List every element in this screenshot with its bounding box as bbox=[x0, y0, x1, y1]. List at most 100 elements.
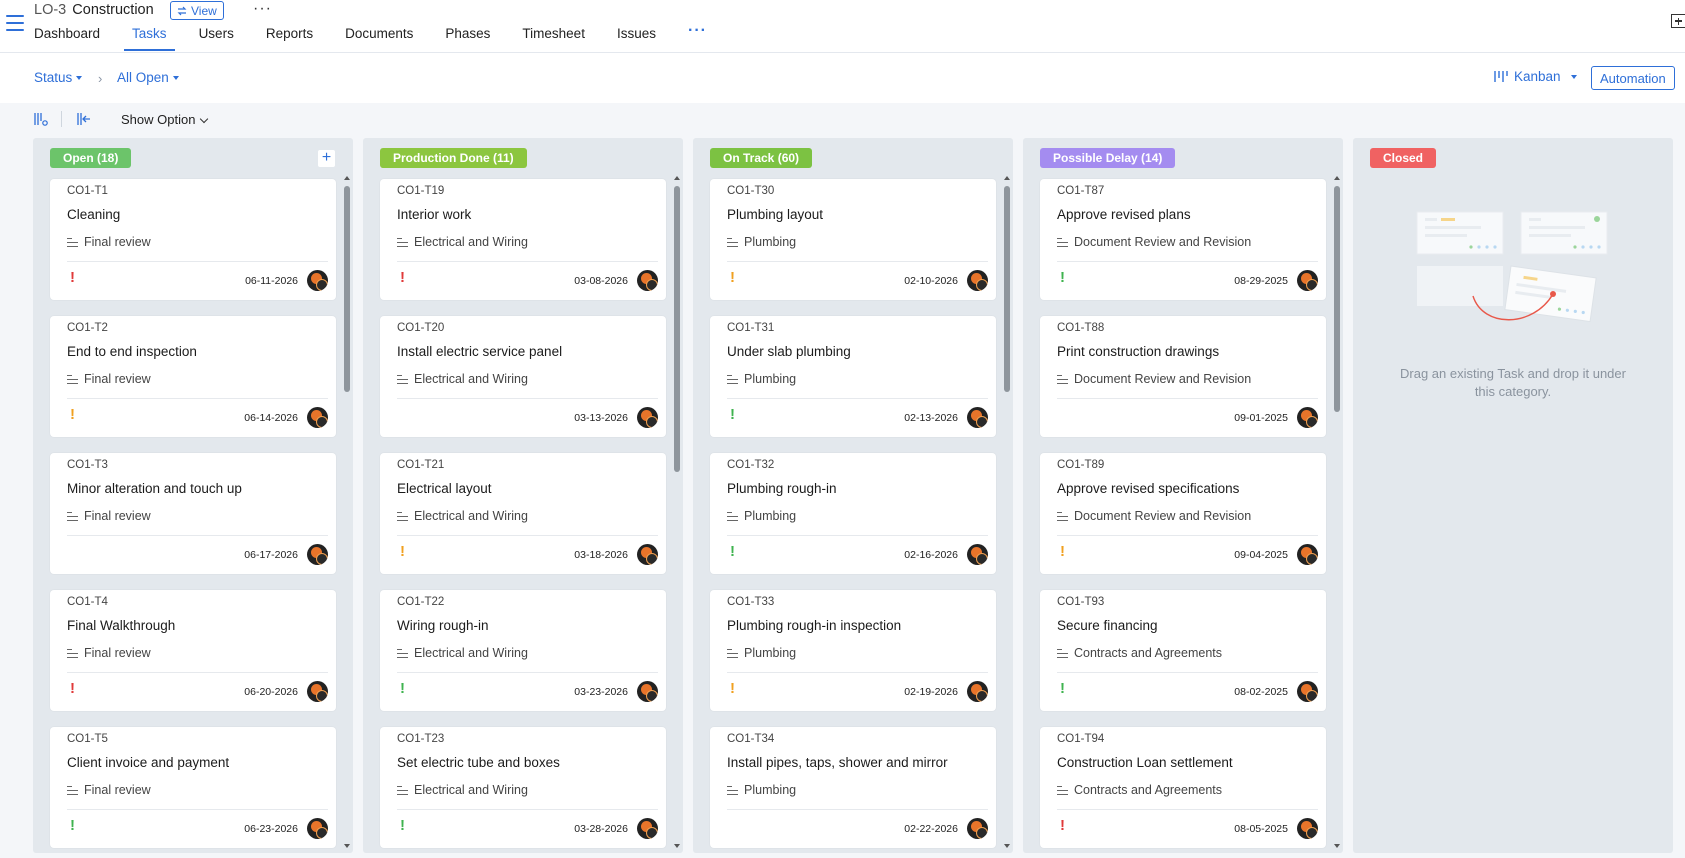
task-card[interactable]: CO1-T3 Minor alteration and touch up Final… bbox=[50, 453, 336, 574]
task-card[interactable]: CO1-T31 Under slab plumbing Plumbing! 02-13… bbox=[710, 316, 996, 437]
task-card[interactable]: CO1-T23 Set electric tube and boxes Electr… bbox=[380, 727, 666, 848]
task-card[interactable]: CO1-T34 Install pipes, taps, shower and m… bbox=[710, 727, 996, 848]
scroll-down-icon[interactable] bbox=[344, 844, 350, 848]
tab-dashboard[interactable]: Dashboard bbox=[34, 26, 100, 53]
owner-avatar[interactable] bbox=[1297, 818, 1318, 839]
tab-timesheet[interactable]: Timesheet bbox=[522, 26, 585, 53]
task-list-label: Contracts and Agreements bbox=[1074, 646, 1222, 660]
task-name[interactable]: Client invoice and payment bbox=[67, 755, 229, 770]
scroll-up-icon[interactable] bbox=[344, 176, 350, 180]
task-card[interactable]: CO1-T19 Interior work Electrical and Wirin… bbox=[380, 179, 666, 300]
task-name[interactable]: Minor alteration and touch up bbox=[67, 481, 242, 496]
scroll-thumb[interactable] bbox=[1004, 186, 1010, 392]
menu-icon[interactable] bbox=[6, 15, 24, 31]
column-scrollbar[interactable] bbox=[673, 176, 681, 848]
scroll-down-icon[interactable] bbox=[1334, 844, 1340, 848]
task-card[interactable]: CO1-T5 Client invoice and payment Final re… bbox=[50, 727, 336, 848]
owner-avatar[interactable] bbox=[967, 407, 988, 428]
owner-avatar[interactable] bbox=[967, 544, 988, 565]
scroll-down-icon[interactable] bbox=[674, 844, 680, 848]
owner-avatar[interactable] bbox=[967, 818, 988, 839]
owner-avatar[interactable] bbox=[637, 818, 658, 839]
more-options-icon[interactable]: ··· bbox=[253, 0, 272, 18]
task-name[interactable]: Construction Loan settlement bbox=[1057, 755, 1233, 770]
owner-avatar[interactable] bbox=[307, 407, 328, 428]
tab-users[interactable]: Users bbox=[199, 26, 234, 53]
owner-avatar[interactable] bbox=[1297, 407, 1318, 428]
task-card[interactable]: CO1-T93 Secure financing Contracts and Agr… bbox=[1040, 590, 1326, 711]
scroll-thumb[interactable] bbox=[344, 186, 350, 392]
task-name[interactable]: Electrical layout bbox=[397, 481, 492, 496]
task-card[interactable]: CO1-T94 Construction Loan settlement Contr… bbox=[1040, 727, 1326, 848]
owner-avatar[interactable] bbox=[637, 681, 658, 702]
owner-avatar[interactable] bbox=[637, 270, 658, 291]
scroll-up-icon[interactable] bbox=[674, 176, 680, 180]
owner-avatar[interactable] bbox=[1297, 681, 1318, 702]
column-scrollbar[interactable] bbox=[343, 176, 351, 848]
task-name[interactable]: Approve revised plans bbox=[1057, 207, 1191, 222]
group-by-dropdown[interactable]: Status bbox=[34, 70, 83, 85]
owner-avatar[interactable] bbox=[1297, 544, 1318, 565]
column-settings-icon[interactable] bbox=[34, 112, 48, 126]
automation-button[interactable]: Automation bbox=[1591, 66, 1675, 90]
tab-tasks[interactable]: Tasks bbox=[124, 26, 174, 53]
owner-avatar[interactable] bbox=[307, 681, 328, 702]
tab-issues[interactable]: Issues bbox=[617, 26, 656, 53]
task-name[interactable]: Install electric service panel bbox=[397, 344, 562, 359]
task-name[interactable]: Approve revised specifications bbox=[1057, 481, 1239, 496]
owner-avatar[interactable] bbox=[307, 818, 328, 839]
owner-avatar[interactable] bbox=[307, 544, 328, 565]
task-name[interactable]: Final Walkthrough bbox=[67, 618, 175, 633]
view-button[interactable]: View bbox=[170, 1, 224, 20]
task-card[interactable]: CO1-T32 Plumbing rough-in Plumbing! 02-16-2… bbox=[710, 453, 996, 574]
task-name[interactable]: Set electric tube and boxes bbox=[397, 755, 560, 770]
task-name[interactable]: Interior work bbox=[397, 207, 471, 222]
task-card[interactable]: CO1-T21 Electrical layout Electrical and W… bbox=[380, 453, 666, 574]
collapse-columns-icon[interactable] bbox=[77, 112, 91, 126]
add-panel-icon[interactable] bbox=[1671, 14, 1685, 28]
owner-avatar[interactable] bbox=[307, 270, 328, 291]
task-name[interactable]: Install pipes, taps, shower and mirror bbox=[727, 755, 948, 770]
task-card[interactable]: CO1-T89 Approve revised specifications Doc… bbox=[1040, 453, 1326, 574]
task-card[interactable]: CO1-T30 Plumbing layout Plumbing! 02-10-202… bbox=[710, 179, 996, 300]
task-name[interactable]: Plumbing rough-in inspection bbox=[727, 618, 901, 633]
more-tabs-icon[interactable]: ··· bbox=[688, 23, 707, 53]
owner-avatar[interactable] bbox=[637, 407, 658, 428]
column-scrollbar[interactable] bbox=[1003, 176, 1011, 848]
task-card[interactable]: CO1-T87 Approve revised plans Document Rev… bbox=[1040, 179, 1326, 300]
task-card[interactable]: CO1-T20 Install electric service panel Ele… bbox=[380, 316, 666, 437]
show-option-label: Show Option bbox=[121, 112, 196, 127]
task-card[interactable]: CO1-T22 Wiring rough-in Electrical and Wir… bbox=[380, 590, 666, 711]
view-filter-dropdown[interactable]: All Open bbox=[117, 70, 179, 85]
scroll-up-icon[interactable] bbox=[1334, 176, 1340, 180]
task-name[interactable]: Cleaning bbox=[67, 207, 120, 222]
task-card[interactable]: CO1-T4 Final Walkthrough Final review! 06-2… bbox=[50, 590, 336, 711]
owner-avatar[interactable] bbox=[637, 544, 658, 565]
scroll-down-icon[interactable] bbox=[1004, 844, 1010, 848]
task-name[interactable]: Plumbing rough-in bbox=[727, 481, 837, 496]
task-card[interactable]: CO1-T2 End to end inspection Final review!… bbox=[50, 316, 336, 437]
owner-avatar[interactable] bbox=[967, 270, 988, 291]
owner-avatar[interactable] bbox=[967, 681, 988, 702]
layout-dropdown[interactable]: Kanban bbox=[1494, 69, 1577, 84]
task-card[interactable]: CO1-T88 Print construction drawings Docume… bbox=[1040, 316, 1326, 437]
task-list-label: Plumbing bbox=[744, 783, 797, 797]
scroll-thumb[interactable] bbox=[674, 186, 680, 472]
task-card[interactable]: CO1-T1 Cleaning Final review! 06-11-2026 bbox=[50, 179, 336, 300]
tab-documents[interactable]: Documents bbox=[345, 26, 413, 53]
show-option-dropdown[interactable]: Show Option bbox=[121, 112, 209, 127]
scroll-up-icon[interactable] bbox=[1004, 176, 1010, 180]
task-name[interactable]: Print construction drawings bbox=[1057, 344, 1219, 359]
task-card[interactable]: CO1-T33 Plumbing rough-in inspection Plumb… bbox=[710, 590, 996, 711]
tab-phases[interactable]: Phases bbox=[445, 26, 490, 53]
task-name[interactable]: Secure financing bbox=[1057, 618, 1158, 633]
task-name[interactable]: Wiring rough-in bbox=[397, 618, 489, 633]
tab-reports[interactable]: Reports bbox=[266, 26, 313, 53]
column-scrollbar[interactable] bbox=[1333, 176, 1341, 848]
owner-avatar[interactable] bbox=[1297, 270, 1318, 291]
scroll-thumb[interactable] bbox=[1334, 186, 1340, 412]
task-name[interactable]: Plumbing layout bbox=[727, 207, 823, 222]
task-name[interactable]: Under slab plumbing bbox=[727, 344, 851, 359]
add-task-icon[interactable]: + bbox=[318, 150, 335, 167]
task-name[interactable]: End to end inspection bbox=[67, 344, 197, 359]
